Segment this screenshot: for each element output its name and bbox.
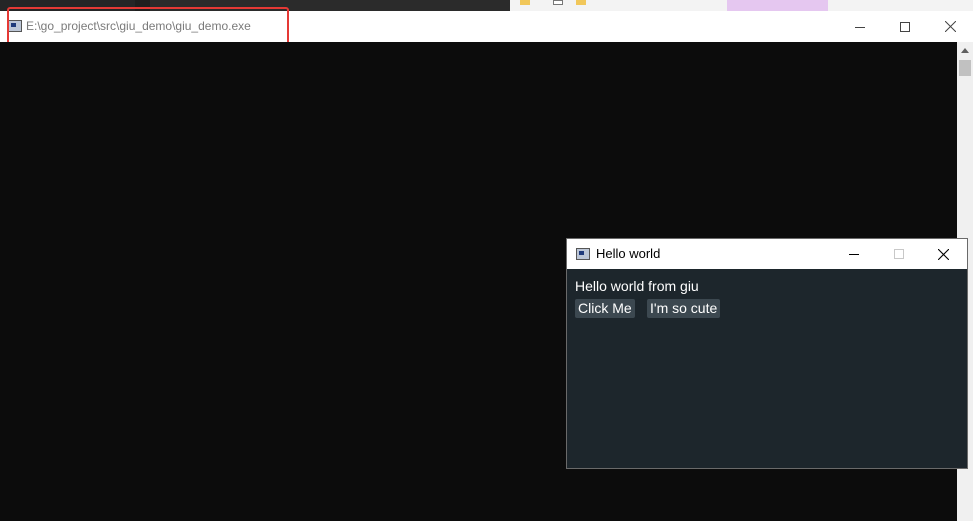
hello-content-area: Hello world from giu Click Me I'm so cut… (567, 269, 967, 468)
minimize-icon (855, 26, 865, 28)
scrollbar-thumb[interactable] (959, 60, 971, 76)
console-minimize-button[interactable] (837, 11, 883, 42)
hello-world-window: Hello world Hello world from giu Click M… (566, 238, 968, 469)
so-cute-button[interactable]: I'm so cute (647, 299, 721, 318)
folder-icon (576, 0, 586, 5)
console-title-bar[interactable]: E:\go_project\src\giu_demo\giu_demo.exe (0, 7, 973, 60)
minimize-icon (848, 254, 859, 255)
close-icon (944, 21, 956, 32)
console-close-button[interactable] (927, 11, 973, 42)
console-maximize-button[interactable] (882, 11, 928, 42)
hello-minimize-button[interactable] (831, 239, 876, 269)
hello-close-button[interactable] (921, 239, 966, 269)
close-icon (938, 248, 949, 260)
maximize-icon (893, 249, 904, 259)
scroll-up-button[interactable] (957, 42, 973, 58)
click-me-button[interactable]: Click Me (575, 299, 635, 318)
maximize-icon (900, 21, 910, 32)
checkbox-icon (553, 0, 563, 5)
hello-maximize-button[interactable] (876, 239, 921, 269)
folder-icon (520, 0, 530, 5)
hello-label: Hello world from giu (575, 278, 699, 294)
chevron-up-icon (961, 47, 969, 53)
hello-window-title: Hello world (596, 246, 661, 261)
hello-title-bar[interactable]: Hello world (567, 239, 967, 269)
hello-app-icon (576, 248, 590, 260)
